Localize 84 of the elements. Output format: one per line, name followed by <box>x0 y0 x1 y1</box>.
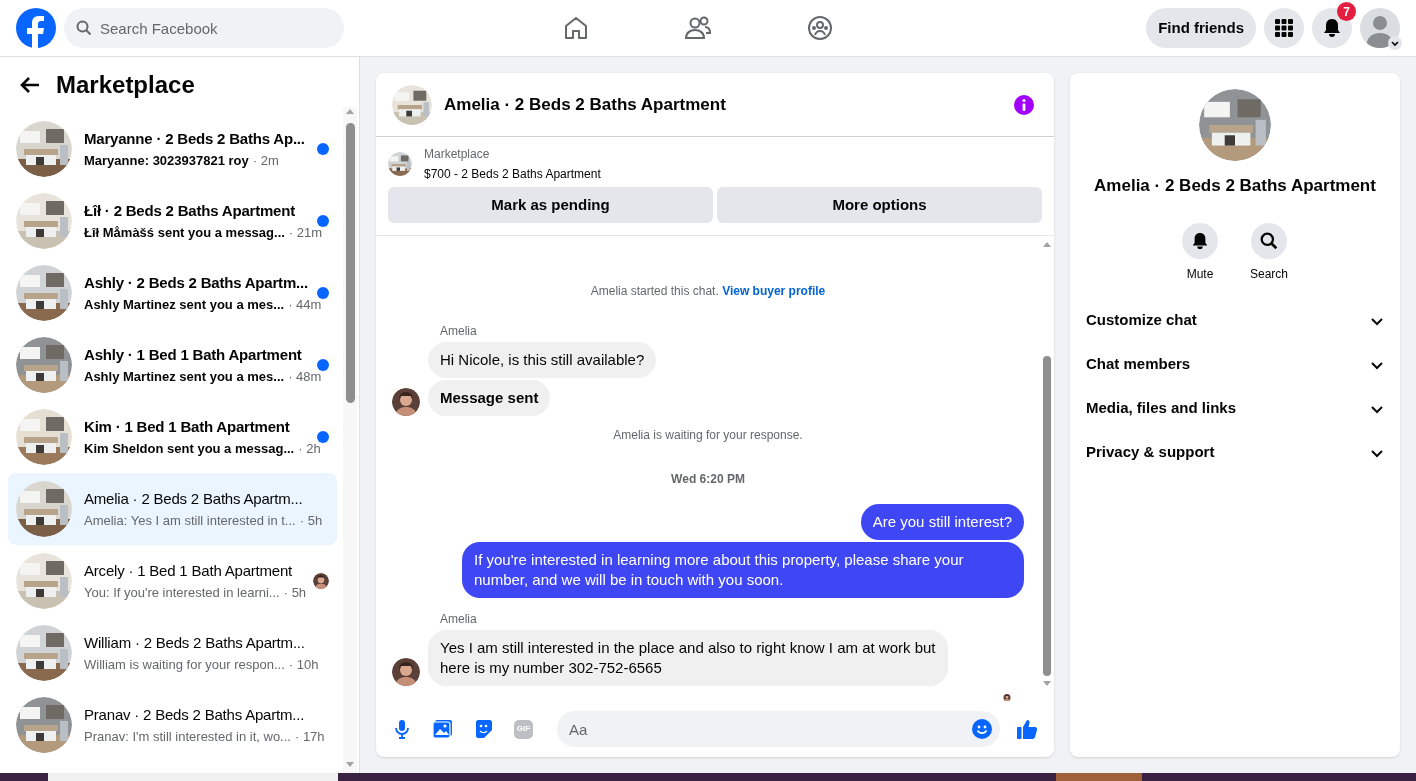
sticker-icon[interactable] <box>474 719 494 739</box>
message-preview: Ashly Martinez sent you a mes... <box>84 296 285 314</box>
conversation-title: Ashly · 2 Beds 2 Baths Apartm... <box>84 272 305 293</box>
message-time: · 5h <box>283 584 307 602</box>
message-preview: Ashly Martinez sent you a mes... <box>84 368 285 386</box>
search-button[interactable] <box>1251 222 1287 259</box>
conversation-item[interactable]: Ashly · 1 Bed 1 Bath Apartment Ashly Martinez sent you a mes... · 48m <box>8 329 337 401</box>
message-preview: Łîł Måmàšś sent you a messag... <box>84 224 285 242</box>
chat-notice: Amelia is waiting for your response. <box>612 427 804 444</box>
conversation-item[interactable]: Maryanne · 2 Beds 2 Baths Ap... Maryanne: 3023937821 roy · 2m <box>8 113 337 185</box>
buyer-profile-link[interactable]: View buyer profile <box>722 284 826 298</box>
sidebar-title: Marketplace <box>56 70 195 100</box>
message-preview: Maryanne: 3023937821 roy <box>84 152 249 170</box>
scroll-up-icon[interactable] <box>1042 240 1052 248</box>
message-preview: Kim Sheldon sent you a messag... <box>84 440 295 458</box>
bell-icon <box>1322 18 1342 38</box>
emoji-icon[interactable] <box>972 719 992 739</box>
chat-title: Amelia · 2 Beds 2 Baths Apartment <box>444 93 726 116</box>
message-preview: Amelia: Yes I am still interested in t... <box>84 512 296 530</box>
conversation-title: Ashly · 1 Bed 1 Bath Apartment <box>84 344 303 365</box>
menu-icon <box>1274 18 1294 38</box>
message-time: · 2h <box>298 440 321 458</box>
conversation-item[interactable]: Arcely · 1 Bed 1 Bath Apartment You: If you're interested in learni... · 5h <box>8 545 337 617</box>
chevron-down-icon[interactable] <box>1388 36 1402 50</box>
search-field[interactable]: Search Facebook <box>64 8 344 48</box>
message-time: · 21m <box>288 224 323 242</box>
conversation-item[interactable]: Amelia · 2 Beds 2 Baths Apartm... Amelia: Yes I am still interested in t... · 5h <box>8 473 337 545</box>
back-arrow-icon[interactable] <box>20 76 40 94</box>
message-time: · 2m <box>252 152 279 170</box>
message-preview: Pranav: I'm still interested in it, wo... <box>84 728 291 746</box>
conversation-item[interactable]: Ashly · 2 Beds 2 Baths Apartm... Ashly Martinez sent you a mes... · 44m <box>8 257 337 329</box>
message-bubble: If you're interested in learning more about this property, please share your number, and we will be in touch with you soon. <box>462 542 1024 598</box>
action-label: Mute <box>1186 265 1214 283</box>
image-icon[interactable] <box>432 719 454 739</box>
section-item[interactable]: Customize chat <box>1086 298 1384 343</box>
conversation-item[interactable]: Kim · 1 Bed 1 Bath Apartment Kim Sheldon sent you a messag... · 2h <box>8 401 337 473</box>
microphone-icon[interactable] <box>392 719 412 739</box>
section-item[interactable]: Media, files and links <box>1086 386 1384 431</box>
section-item[interactable]: Chat members <box>1086 342 1384 387</box>
sender-name: Amelia <box>440 323 478 340</box>
message-time: · 5h <box>299 512 323 530</box>
message-bubble: Hi Nicole, is this still available? <box>428 342 657 378</box>
conversation-item[interactable]: William · 2 Beds 2 Baths Apartm... William is waiting for your respon... · 10h <box>8 617 337 689</box>
conversation-title: Amelia · 2 Beds 2 Baths Apartm... <box>84 488 304 509</box>
listing-button[interactable]: More options <box>717 187 1042 223</box>
find-friends-button[interactable]: Find friends <box>1146 8 1256 48</box>
conversation-item[interactable]: Łîł · 2 Beds 2 Baths Apartment Łîł Måmàšś sent you a messag... · 21m <box>8 185 337 257</box>
message-preview: William is waiting for your respon... <box>84 656 285 674</box>
thumbs-up-icon[interactable] <box>1016 718 1038 740</box>
logo-icon[interactable] <box>16 8 56 48</box>
conversation-title: Łîł · 2 Beds 2 Baths Apartment <box>84 200 296 221</box>
conversation-title: Kim · 1 Bed 1 Bath Apartment <box>84 416 291 437</box>
timestamp: Wed 6:20 PM <box>670 471 746 488</box>
message-preview: You: If you're interested in learni... <box>84 584 280 602</box>
listing-label: Marketplace <box>424 146 491 163</box>
message-bubble: Message sent <box>428 380 551 416</box>
message-time: · 17h <box>294 728 325 746</box>
message-field[interactable]: Aa <box>557 711 1000 747</box>
notifications-button[interactable] <box>1312 8 1352 48</box>
search-icon <box>1260 231 1278 250</box>
info-icon[interactable] <box>1014 94 1034 115</box>
search-icon <box>76 20 92 36</box>
message-time: · 48m <box>288 368 322 386</box>
listing-button[interactable]: Mark as pending <box>388 187 713 223</box>
message-time: · 10h <box>288 656 319 674</box>
bell-icon <box>1191 231 1209 250</box>
conversation-item[interactable]: Pranav · 2 Beds 2 Baths Apartm... Pranav: I'm still interested in it, wo... · 17h <box>8 689 337 761</box>
menu-button[interactable] <box>1264 8 1304 48</box>
message-time: · 44m <box>288 296 322 314</box>
conversation-title: Pranav · 2 Beds 2 Baths Apartm... <box>84 704 306 725</box>
sender-name: Amelia <box>440 611 478 628</box>
scroll-down-icon[interactable] <box>1042 680 1052 688</box>
details-title: Amelia · 2 Beds 2 Baths Apartment <box>1094 175 1376 197</box>
listing-title[interactable]: $700 - 2 Beds 2 Baths Apartment <box>424 165 601 183</box>
conversation-title: William · 2 Beds 2 Baths Apartm... <box>84 632 306 653</box>
action-label: Search <box>1250 265 1288 283</box>
conversation-title: Maryanne · 2 Beds 2 Baths Ap... <box>84 128 305 149</box>
notification-badge: 7 <box>1337 2 1356 21</box>
conversation-title: Arcely · 1 Bed 1 Bath Apartment <box>84 560 294 581</box>
message-bubble: Are you still interest? <box>860 504 1024 540</box>
mute-button[interactable] <box>1182 222 1218 259</box>
message-bubble: Yes I am still interested in the place and also to right know I am at work but here is my number 302-752-6565 <box>428 630 948 686</box>
section-item[interactable]: Privacy & support <box>1086 430 1384 475</box>
chat-notice: Amelia started this chat. View buyer profile <box>589 283 827 300</box>
